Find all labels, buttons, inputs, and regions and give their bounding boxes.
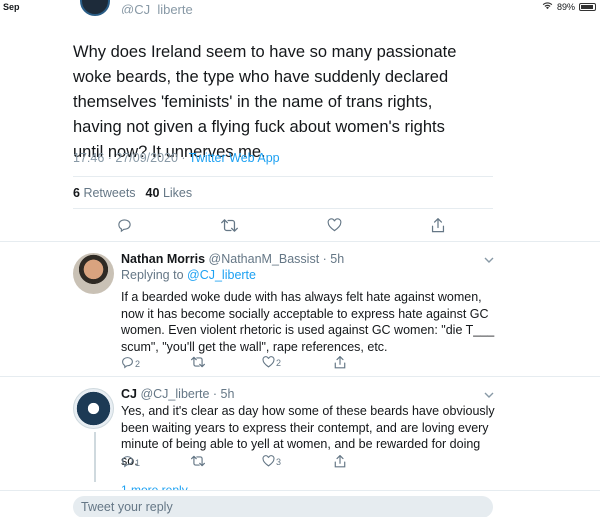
reply-composer <box>0 490 600 517</box>
reply-button[interactable]: 1 <box>121 455 140 468</box>
chevron-down-icon[interactable] <box>483 389 495 401</box>
divider <box>73 176 493 177</box>
retweet-icon <box>191 455 205 467</box>
likes-count: 40 <box>145 186 160 200</box>
reply-icon <box>122 357 133 369</box>
status-right: 89% <box>542 1 596 12</box>
likes-label: Likes <box>162 186 193 200</box>
reply-author-handle[interactable]: @NathanM_Bassist · 5h <box>209 252 345 266</box>
avatar[interactable] <box>73 253 114 294</box>
reply-actions: 1 3 <box>0 455 600 469</box>
divider <box>0 241 600 242</box>
tweet-source-app[interactable]: Twitter Web App <box>189 151 280 165</box>
share-icon <box>334 455 346 468</box>
retweet-icon <box>191 356 205 368</box>
replying-to-prefix: Replying to <box>121 268 188 282</box>
like-icon <box>262 455 275 467</box>
like-button[interactable]: 3 <box>262 455 281 467</box>
reply-header: Nathan Morris @NathanM_Bassist · 5h <box>121 252 344 266</box>
like-button[interactable]: 2 <box>262 356 281 368</box>
chevron-down-icon[interactable] <box>483 254 495 266</box>
tweet-stats: 6 Retweets 40 Likes <box>73 186 192 200</box>
status-time: Sep <box>3 2 20 12</box>
like-icon <box>262 356 275 368</box>
tweet-meta: 17:46 · 27/09/2020 · Twitter Web App <box>73 151 280 165</box>
retweet-button[interactable] <box>191 455 205 467</box>
replying-to-link[interactable]: @CJ_liberte <box>187 268 256 282</box>
divider <box>0 376 600 377</box>
share-button[interactable] <box>334 455 346 468</box>
battery-icon <box>579 2 596 11</box>
tweet-actions <box>0 218 600 236</box>
reply-header: CJ @CJ_liberte · 5h <box>121 387 234 401</box>
battery-percent: 89% <box>556 1 575 12</box>
reply-icon <box>122 456 133 468</box>
reply-icon[interactable] <box>117 218 132 233</box>
tweet-text: Why does Ireland seem to have so many pa… <box>73 43 457 161</box>
reply-author-name[interactable]: Nathan Morris <box>121 252 205 266</box>
reply-author-handle[interactable]: @CJ_liberte · 5h <box>140 387 234 401</box>
replying-to: Replying to @CJ_liberte <box>121 268 256 282</box>
reply-button[interactable]: 2 <box>121 356 140 369</box>
tweet-reply-input[interactable] <box>73 496 493 517</box>
reply-author-name[interactable]: CJ <box>121 387 137 401</box>
tweet-timestamp: 17:46 · 27/09/2020 · <box>73 151 189 165</box>
share-button[interactable] <box>334 356 346 369</box>
like-count: 3 <box>276 457 282 467</box>
retweets-stat[interactable]: 6 Retweets <box>73 186 136 200</box>
reply-count: 1 <box>135 458 141 468</box>
share-icon[interactable] <box>431 218 445 233</box>
share-icon <box>334 356 346 369</box>
reply-text: If a bearded woke dude with has always f… <box>121 290 495 354</box>
like-count: 2 <box>276 358 282 368</box>
retweets-label: Retweets <box>83 186 136 200</box>
like-icon[interactable] <box>327 218 342 232</box>
reply-count: 2 <box>135 359 141 369</box>
avatar[interactable] <box>73 388 114 429</box>
retweets-count: 6 <box>73 186 80 200</box>
likes-stat[interactable]: 40 Likes <box>146 186 193 200</box>
retweet-icon[interactable] <box>221 218 238 233</box>
wifi-icon <box>542 1 553 12</box>
retweet-button[interactable] <box>191 356 205 368</box>
author-handle[interactable]: @CJ_liberte <box>121 2 193 14</box>
divider <box>73 208 493 209</box>
reply-actions: 2 2 <box>0 356 600 370</box>
